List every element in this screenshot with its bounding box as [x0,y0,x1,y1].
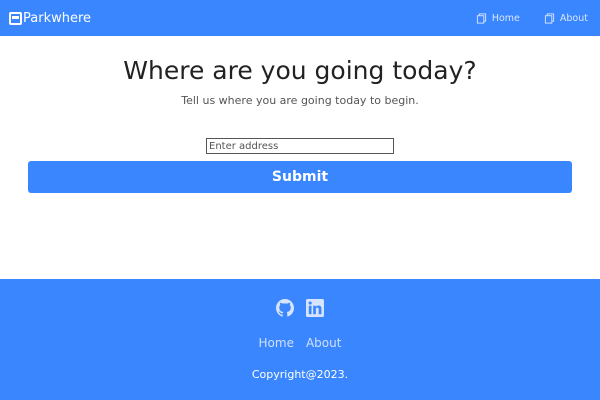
navbar: Parkwhere Home About [0,0,600,36]
footer-link-home[interactable]: Home [259,336,294,350]
nav-link-home[interactable]: Home [476,13,520,24]
main-content: Where are you going today? Tell us where… [0,36,600,279]
linkedin-icon[interactable] [306,299,324,317]
nav-link-home-label: Home [491,12,520,24]
nav-links: Home About [452,0,588,36]
page-title: Where are you going today? [123,56,477,85]
nav-link-about[interactable]: About [544,13,588,24]
submit-button[interactable]: Submit [28,161,572,193]
document-icon [476,12,486,24]
document-icon [544,12,554,24]
brand[interactable]: Parkwhere [9,11,91,26]
address-input[interactable] [206,138,394,154]
footer-link-about[interactable]: About [306,336,341,350]
brand-name: Parkwhere [23,10,92,26]
footer: Home About Copyright@2023. [0,279,600,400]
nav-link-about-label: About [559,12,588,24]
github-icon[interactable] [276,299,294,317]
parking-logo-icon [9,11,22,25]
copyright-text: Copyright@2023. [251,368,349,381]
footer-links: Home About [0,336,600,350]
social-links [0,299,600,317]
page-subtitle: Tell us where you are going today to beg… [181,94,419,107]
